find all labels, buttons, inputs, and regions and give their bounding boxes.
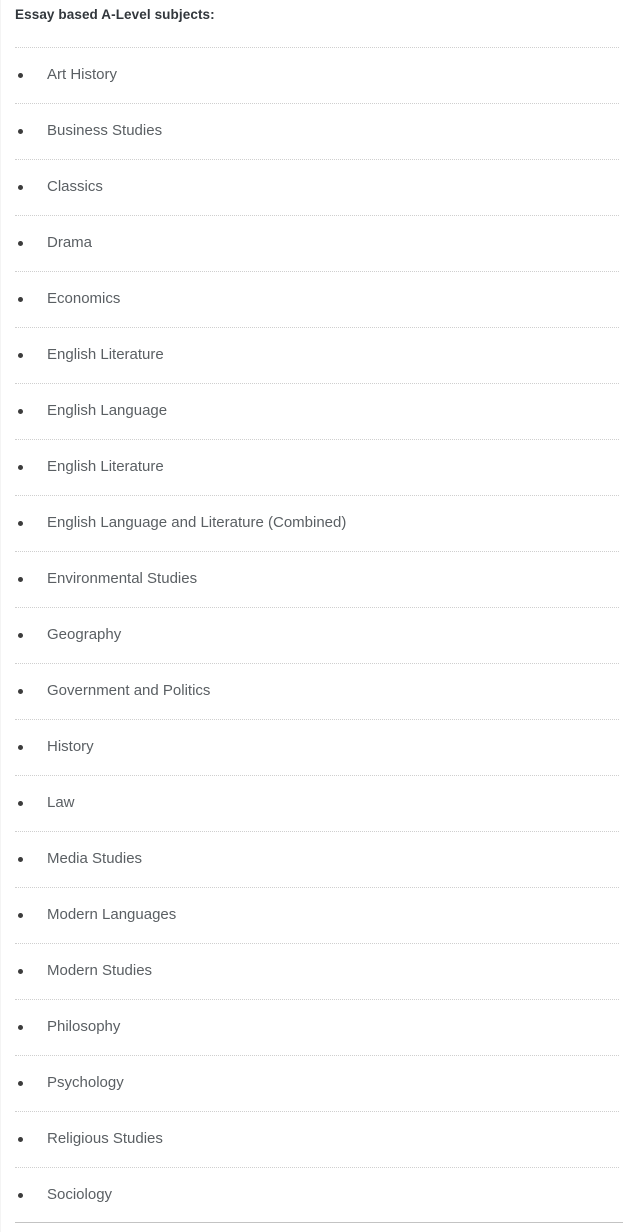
bullet-icon	[18, 969, 23, 974]
list-item-label: Economics	[47, 290, 121, 307]
list-item[interactable]: History	[1, 719, 627, 775]
list-item-label: English Language	[47, 402, 168, 419]
bullet-icon	[18, 297, 23, 302]
list-item[interactable]: Sociology	[1, 1167, 627, 1223]
list-item[interactable]: English Literature	[1, 439, 627, 495]
bullet-icon	[18, 801, 23, 806]
list-item-label: Classics	[47, 178, 103, 195]
list-item[interactable]: Drama	[1, 215, 627, 271]
bullet-icon	[18, 1025, 23, 1030]
list-item[interactable]: Environmental Studies	[1, 551, 627, 607]
list-item-label: Business Studies	[47, 122, 163, 139]
bullet-icon	[18, 689, 23, 694]
bullet-icon	[18, 633, 23, 638]
list-item-label: Media Studies	[47, 850, 143, 867]
list-item[interactable]: Geography	[1, 607, 627, 663]
list-item[interactable]: Business Studies	[1, 103, 627, 159]
bullet-icon	[18, 913, 23, 918]
bullet-icon	[18, 745, 23, 750]
list-item[interactable]: Modern Languages	[1, 887, 627, 943]
bullet-icon	[18, 521, 23, 526]
list-item-label: Psychology	[47, 1074, 124, 1091]
list-item-label: Philosophy	[47, 1018, 121, 1035]
bullet-icon	[18, 1137, 23, 1142]
bullet-icon	[18, 73, 23, 78]
list-item-label: History	[47, 738, 94, 755]
list-item-label: Geography	[47, 626, 122, 643]
list-item-label: Drama	[47, 234, 93, 251]
subjects-panel: Essay based A-Level subjects: Art Histor…	[0, 0, 627, 1232]
list-item[interactable]: English Language	[1, 383, 627, 439]
bullet-icon	[18, 353, 23, 358]
list-item[interactable]: Religious Studies	[1, 1111, 627, 1167]
list-item[interactable]: Government and Politics	[1, 663, 627, 719]
list-item-label: English Language and Literature (Combine…	[47, 514, 347, 531]
list-item[interactable]: English Language and Literature (Combine…	[1, 495, 627, 551]
list-item-label: Government and Politics	[47, 682, 211, 699]
list-item[interactable]: Law	[1, 775, 627, 831]
bullet-icon	[18, 857, 23, 862]
bullet-icon	[18, 1081, 23, 1086]
list-item-label: Modern Languages	[47, 906, 177, 923]
list-item[interactable]: English Literature	[1, 327, 627, 383]
list-item-label: English Literature	[47, 346, 164, 363]
bullet-icon	[18, 129, 23, 134]
list-item[interactable]: Psychology	[1, 1055, 627, 1111]
list-item[interactable]: Economics	[1, 271, 627, 327]
list-item-label: Religious Studies	[47, 1130, 163, 1147]
subject-list: Art History Business Studies Classics Drama…	[1, 47, 627, 1223]
bullet-icon	[18, 465, 23, 470]
list-item[interactable]: Modern Studies	[1, 943, 627, 999]
list-item[interactable]: Media Studies	[1, 831, 627, 887]
list-item[interactable]: Classics	[1, 159, 627, 215]
list-item-label: Modern Studies	[47, 962, 153, 979]
bullet-icon	[18, 185, 23, 190]
list-item[interactable]: Art History	[1, 47, 627, 103]
list-item-label: Environmental Studies	[47, 570, 198, 587]
bullet-icon	[18, 241, 23, 246]
list-item-label: Law	[47, 794, 75, 811]
list-item[interactable]: Philosophy	[1, 999, 627, 1055]
bullet-icon	[18, 577, 23, 582]
list-item-label: Art History	[47, 66, 118, 83]
list-item-label: English Literature	[47, 458, 164, 475]
bullet-icon	[18, 409, 23, 414]
page-title: Essay based A-Level subjects:	[15, 7, 215, 22]
list-item-label: Sociology	[47, 1186, 113, 1203]
bullet-icon	[18, 1193, 23, 1198]
